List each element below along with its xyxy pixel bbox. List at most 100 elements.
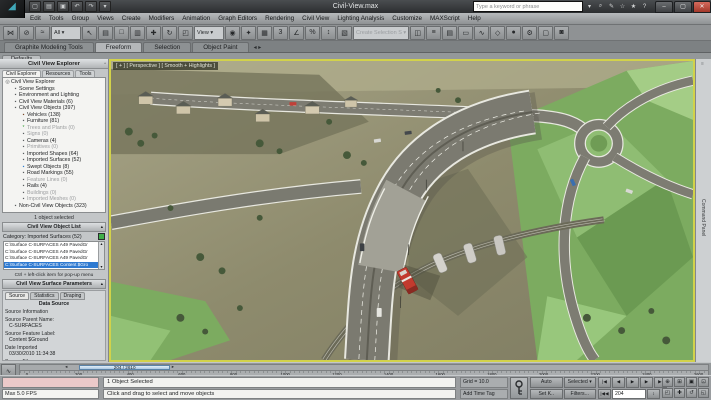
render-setup-icon[interactable]: ⚙ [522, 26, 537, 40]
redo-icon[interactable]: ↷ [85, 1, 97, 12]
menubar-item[interactable]: Graph Editors [214, 15, 261, 22]
menubar-item[interactable]: Tools [45, 15, 68, 22]
spinner-snap-toggle-icon[interactable]: ↕ [321, 26, 336, 40]
key-filters-button[interactable]: Filters... [564, 389, 597, 400]
add-time-tag-button[interactable]: Add Time Tag [460, 389, 508, 400]
menubar-item[interactable]: Views [93, 15, 118, 22]
subscription-center-icon[interactable]: ✎ [607, 2, 616, 11]
category-color-swatch[interactable] [98, 233, 105, 240]
ribbon-tab[interactable]: Selection [143, 42, 191, 52]
select-and-move-icon[interactable]: ✚ [146, 26, 161, 40]
tree-item[interactable]: ▪ Non-Civil View Objects (323) [3, 203, 105, 210]
set-key-button[interactable]: Set K.. [530, 389, 563, 400]
edit-named-selection-sets-icon[interactable]: ▧ [337, 26, 352, 40]
play-button[interactable]: ▶ [626, 377, 639, 388]
panel-pin-icon[interactable]: ▫ [104, 61, 106, 67]
key-filter-dropdown[interactable]: Selected ▾ [564, 377, 597, 388]
go-to-start-button[interactable]: |◀ [598, 377, 611, 388]
perspective-viewport[interactable]: [ + ] [ Perspective ] [ Smooth + Highlig… [109, 59, 695, 362]
communication-center-icon[interactable]: ☆ [618, 2, 627, 11]
snaps-toggle-icon[interactable]: 3 [273, 26, 288, 40]
surface-parameters-tab[interactable]: Statistics [30, 292, 58, 300]
unlink-selection-icon[interactable]: ⊘ [19, 26, 34, 40]
frame-spinner[interactable]: ↕ [647, 389, 660, 400]
ribbon-overflow-icon[interactable]: ◂ ▸ [254, 44, 262, 52]
layer-manager-icon[interactable]: ▤ [442, 26, 457, 40]
ribbon-tab[interactable]: Object Paint [192, 42, 248, 52]
reference-coordinate-dropdown[interactable]: View ▾ [194, 26, 224, 40]
menubar-item[interactable]: Group [68, 15, 94, 22]
previous-frame-button[interactable]: ◀ [612, 377, 625, 388]
time-slider-next-icon[interactable]: ▸ [172, 365, 174, 370]
keyboard-shortcut-override-icon[interactable]: ▦ [257, 26, 272, 40]
menubar-item[interactable]: Edit [26, 15, 45, 22]
ribbon-tab[interactable]: Freeform [95, 42, 143, 52]
rendered-frame-window-icon[interactable]: ▢ [538, 26, 553, 40]
rollout-collapse-icon[interactable]: ▴ [101, 224, 103, 230]
material-editor-icon[interactable]: ● [506, 26, 521, 40]
menubar-item[interactable]: MAXScript [426, 15, 464, 22]
auto-key-button[interactable]: Auto [530, 377, 563, 388]
mirror-icon[interactable]: ◫ [410, 26, 425, 40]
zoom-all-icon[interactable]: ⊞ [674, 377, 685, 387]
zoom-region-icon[interactable]: ◰ [662, 388, 673, 398]
bind-to-space-warp-icon[interactable]: ≈ [35, 26, 50, 40]
schematic-view-icon[interactable]: ◇ [490, 26, 505, 40]
time-slider-handle[interactable]: 204 / 2610 [79, 365, 170, 370]
surface-parameters-tab[interactable]: Source [5, 292, 29, 300]
viewport-label[interactable]: [ + ] [ Perspective ] [ Smooth + Highlig… [113, 62, 218, 70]
surface-parameters-tab[interactable]: Draping [60, 292, 86, 300]
object-list-scrollbar[interactable]: ▲ ▼ [98, 242, 104, 269]
save-file-icon[interactable]: ▣ [57, 1, 69, 12]
open-file-icon[interactable]: ▤ [43, 1, 55, 12]
menubar-item[interactable]: Create [118, 15, 145, 22]
curve-editor-icon[interactable]: ∿ [474, 26, 489, 40]
menubar-item[interactable]: Help [464, 15, 485, 22]
minimize-button[interactable]: – [655, 1, 673, 13]
percent-snap-toggle-icon[interactable]: % [305, 26, 320, 40]
current-frame-field[interactable]: 204 [612, 389, 646, 400]
menubar-item[interactable]: Lighting Analysis [333, 15, 388, 22]
scroll-up-icon[interactable]: ▲ [100, 242, 103, 246]
graphite-ribbon-toggle-icon[interactable]: ▭ [458, 26, 473, 40]
new-file-icon[interactable]: ▢ [29, 1, 41, 12]
select-and-manipulate-icon[interactable]: ✦ [241, 26, 256, 40]
menubar-item[interactable]: Rendering [261, 15, 298, 22]
align-icon[interactable]: ≡ [426, 26, 441, 40]
angle-snap-toggle-icon[interactable]: ∠ [289, 26, 304, 40]
orbit-icon[interactable]: ↺ [686, 388, 697, 398]
explorer-tab[interactable]: Civil Explorer [2, 70, 41, 77]
time-slider-prev-icon[interactable]: ◂ [65, 365, 67, 370]
favorites-icon[interactable]: ★ [629, 2, 638, 11]
search-go-icon[interactable]: ⌕ [596, 2, 605, 11]
zoom-icon[interactable]: ⊕ [662, 377, 673, 387]
key-mode-toggle-button[interactable]: |◀◀ [598, 389, 611, 400]
rectangular-selection-region-icon[interactable]: □ [114, 26, 129, 40]
maximize-viewport-toggle-icon[interactable]: ◱ [698, 388, 709, 398]
object-list-item[interactable]: C:\Surface C-SURFACES A49 PavedGr [4, 242, 98, 249]
select-object-icon[interactable]: ↖ [82, 26, 97, 40]
maxscript-mini-listener-input[interactable] [2, 377, 99, 388]
menubar-item[interactable]: Modifiers [145, 15, 179, 22]
help-icon[interactable]: ? [640, 2, 649, 11]
object-list-item[interactable]: C:\Surface C-SURFACES Content $Gro [4, 262, 98, 269]
next-frame-button[interactable]: ▶ [640, 377, 653, 388]
rollout-collapse-icon[interactable]: ▴ [101, 281, 103, 287]
object-list-rollout-header[interactable]: Civil View Object List ▴ [2, 222, 106, 232]
quick-access-dropdown-icon[interactable]: ▾ [99, 1, 111, 12]
menubar-item[interactable]: Customize [388, 15, 426, 22]
surface-parameters-rollout-header[interactable]: Civil View Surface Parameters ▴ [2, 279, 106, 289]
selection-filter-dropdown[interactable]: All ▾ [51, 26, 81, 40]
restore-button[interactable]: ▢ [674, 1, 692, 13]
render-production-icon[interactable]: ◙ [554, 26, 569, 40]
undo-icon[interactable]: ↶ [71, 1, 83, 12]
menubar-item[interactable]: Animation [178, 15, 214, 22]
scroll-down-icon[interactable]: ▼ [100, 265, 103, 269]
explorer-tab[interactable]: Tools [75, 70, 95, 77]
named-selection-sets-dropdown[interactable]: Create Selection S ▾ [353, 26, 409, 40]
use-pivot-point-center-icon[interactable]: ◉ [225, 26, 240, 40]
infocenter-search-input[interactable]: Type a keyword or phrase [473, 1, 583, 12]
ribbon-tab[interactable]: Graphite Modeling Tools [4, 42, 94, 52]
maxscript-mini-listener-output[interactable]: Max 5.0 FPS [2, 389, 99, 400]
select-by-name-icon[interactable]: ▤ [98, 26, 113, 40]
